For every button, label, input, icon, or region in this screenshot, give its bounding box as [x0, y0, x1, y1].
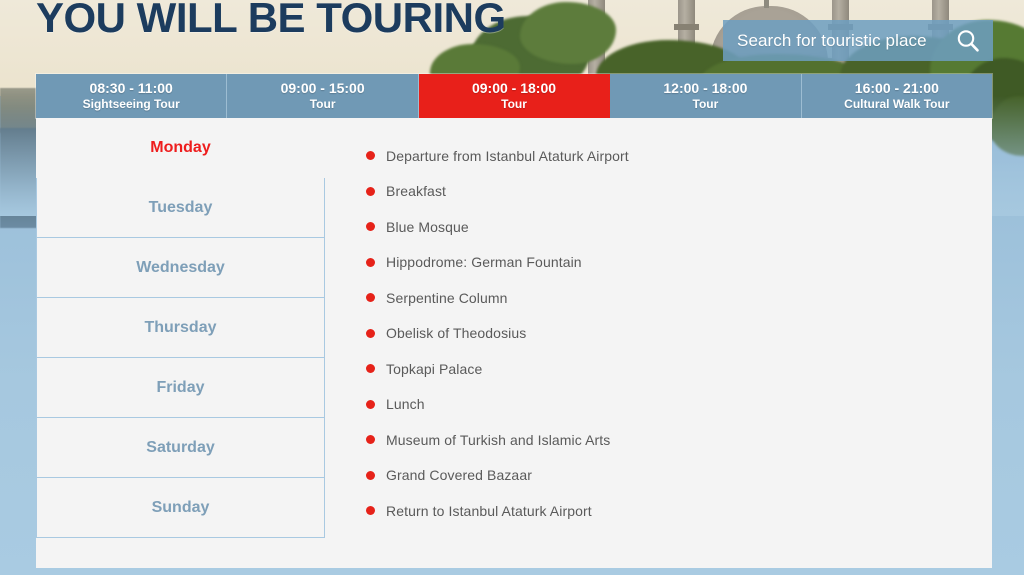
tab-time-label: 12:00 - 18:00: [663, 80, 748, 96]
tab-tour-4[interactable]: 12:00 - 18:00 Tour: [610, 74, 802, 118]
itinerary-item-label: Breakfast: [386, 183, 447, 200]
day-item-sunday[interactable]: Sunday: [36, 478, 325, 538]
tab-tour-2[interactable]: 09:00 - 15:00 Tour: [227, 74, 419, 118]
search-icon[interactable]: [955, 28, 981, 54]
day-item-monday[interactable]: Monday: [36, 118, 325, 178]
tree-icon: [520, 2, 616, 64]
tab-title-label: Tour: [692, 97, 719, 111]
bullet-icon: [366, 186, 375, 196]
search-input[interactable]: Search for touristic place: [723, 20, 993, 61]
tab-time-label: 16:00 - 21:00: [854, 80, 939, 96]
day-label: Tuesday: [148, 198, 213, 216]
content-panel: Monday Tuesday Wednesday Thursday Friday Satu…: [36, 118, 992, 568]
itinerary-item[interactable]: Serpentine Column: [366, 280, 966, 316]
itinerary-item[interactable]: Hippodrome: German Fountain: [366, 245, 966, 281]
bullet-icon: [366, 435, 375, 445]
day-selector-list: Monday Tuesday Wednesday Thursday Friday Satu…: [36, 118, 325, 538]
bullet-icon: [366, 222, 375, 232]
bullet-icon: [366, 293, 375, 303]
tour-time-tabs: 08:30 - 11:00 Sightseeing Tour 09:00 - 15:…: [36, 74, 993, 118]
itinerary-item-label: Museum of Turkish and Islamic Arts: [386, 431, 611, 448]
day-item-wednesday[interactable]: Wednesday: [36, 238, 325, 298]
bullet-icon: [366, 506, 375, 516]
tab-title-label: Tour: [501, 97, 527, 111]
tab-title-label: Cultural Walk Tour: [844, 97, 950, 111]
tab-title-label: Sightseeing Tour: [82, 97, 180, 111]
bullet-icon: [366, 257, 375, 267]
bullet-icon: [366, 151, 375, 161]
tab-tour-5[interactable]: 16:00 - 21:00 Cultural Walk Tour: [801, 74, 993, 118]
tab-title-label: Tour: [309, 97, 336, 111]
day-label: Saturday: [146, 438, 215, 456]
itinerary-list: Departure from Istanbul Ataturk Airport B…: [366, 138, 966, 529]
itinerary-item-label: Departure from Istanbul Ataturk Airport: [386, 147, 629, 164]
itinerary-item[interactable]: Breakfast: [366, 174, 966, 210]
bullet-icon: [366, 364, 375, 374]
itinerary-item[interactable]: Topkapi Palace: [366, 351, 966, 387]
day-label: Monday: [150, 138, 211, 156]
day-label: Thursday: [144, 318, 217, 336]
itinerary-item[interactable]: Departure from Istanbul Ataturk Airport: [366, 138, 966, 174]
day-item-thursday[interactable]: Thursday: [36, 298, 325, 358]
day-item-friday[interactable]: Friday: [36, 358, 325, 418]
tour-planner-page: YOU WILL BE TOURING Search for touristic…: [0, 0, 1024, 575]
day-label: Wednesday: [136, 258, 225, 276]
day-label: Sunday: [151, 498, 210, 516]
bullet-icon: [366, 470, 375, 480]
tab-tour-1[interactable]: 08:30 - 11:00 Sightseeing Tour: [36, 74, 228, 118]
tab-tour-3[interactable]: 09:00 - 18:00 Tour: [418, 74, 611, 118]
itinerary-item-label: Grand Covered Bazaar: [386, 467, 532, 484]
itinerary-item-label: Blue Mosque: [386, 218, 469, 235]
itinerary-item[interactable]: Return to Istanbul Ataturk Airport: [366, 493, 966, 529]
itinerary-item-label: Topkapi Palace: [386, 360, 483, 377]
itinerary-item-label: Lunch: [386, 396, 425, 413]
itinerary-item[interactable]: Museum of Turkish and Islamic Arts: [366, 422, 966, 458]
bullet-icon: [366, 399, 375, 409]
itinerary-item-label: Return to Istanbul Ataturk Airport: [386, 502, 592, 519]
tab-time-label: 08:30 - 11:00: [89, 80, 173, 96]
itinerary-item-label: Obelisk of Theodosius: [386, 325, 527, 342]
itinerary-item[interactable]: Blue Mosque: [366, 209, 966, 245]
itinerary-item[interactable]: Grand Covered Bazaar: [366, 458, 966, 494]
search-placeholder-text: Search for touristic place: [737, 30, 927, 50]
itinerary-item[interactable]: Lunch: [366, 387, 966, 423]
day-label: Friday: [156, 378, 205, 396]
bullet-icon: [366, 328, 375, 338]
tab-time-label: 09:00 - 18:00: [471, 80, 557, 96]
itinerary-item-label: Hippodrome: German Fountain: [386, 254, 582, 271]
itinerary-item-label: Serpentine Column: [386, 289, 508, 306]
tab-time-label: 09:00 - 15:00: [280, 80, 365, 96]
day-item-saturday[interactable]: Saturday: [36, 418, 325, 478]
itinerary-item[interactable]: Obelisk of Theodosius: [366, 316, 966, 352]
day-item-tuesday[interactable]: Tuesday: [36, 178, 325, 238]
page-title: YOU WILL BE TOURING: [36, 0, 506, 41]
